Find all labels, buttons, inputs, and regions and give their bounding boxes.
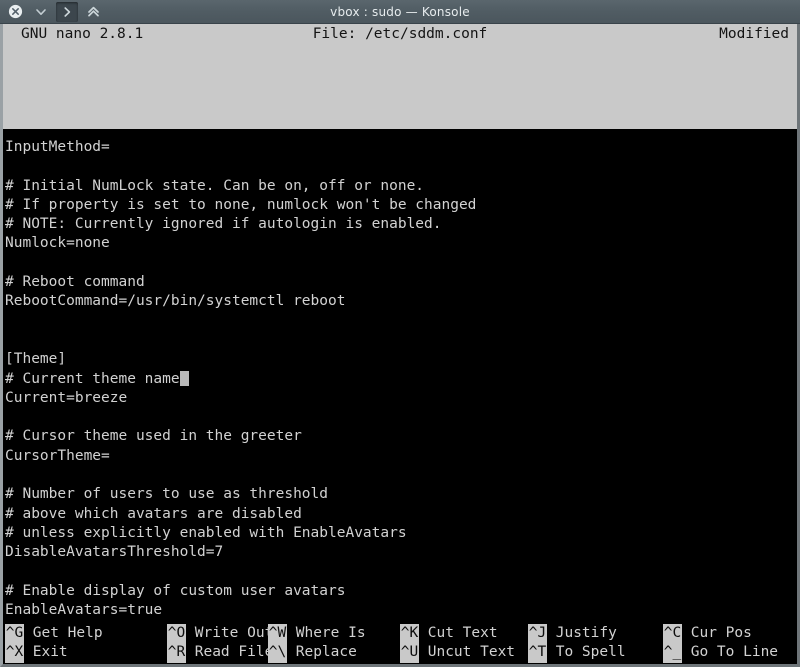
editor-line: # Current theme name bbox=[3, 370, 797, 389]
shortcut-item[interactable]: ^T To Spell bbox=[528, 643, 626, 663]
close-icon[interactable] bbox=[4, 2, 26, 22]
shortcut-item[interactable]: ^C Cur Pos bbox=[663, 624, 752, 644]
shortcut-label: Where Is bbox=[287, 625, 366, 641]
shortcut-key: ^\ bbox=[268, 643, 287, 663]
shortcut-label: To Spell bbox=[547, 644, 626, 661]
shortcut-label: Uncut Text bbox=[419, 644, 516, 661]
shortcut-row-2: ^X Exit ^R Read File ^\ Replace ^U Uncut Te… bbox=[3, 643, 797, 663]
shortcut-key: ^K bbox=[400, 624, 419, 644]
chevron-down-icon[interactable] bbox=[30, 2, 52, 22]
shortcut-label: Write Out bbox=[186, 625, 274, 641]
shortcut-label: Exit bbox=[24, 644, 68, 661]
editor-line: # If property is set to none, numlock wo… bbox=[5, 196, 477, 213]
text-cursor bbox=[179, 370, 189, 386]
shortcut-key: ^G bbox=[5, 624, 24, 644]
shortcut-item[interactable]: ^\ Replace bbox=[268, 643, 357, 663]
editor-buffer[interactable]: InputMethod= # Initial NumLock state. Can… bbox=[3, 129, 797, 623]
shortcut-key: ^X bbox=[5, 643, 24, 663]
editor-line: InputMethod= bbox=[5, 139, 110, 155]
editor-line: # Cursor theme used in the greeter bbox=[5, 428, 302, 445]
titlebar[interactable]: vbox : sudo — Konsole bbox=[0, 0, 800, 24]
double-chevron-up-icon[interactable] bbox=[82, 2, 104, 22]
shortcut-label: Cut Text bbox=[419, 625, 498, 641]
konsole-window: vbox : sudo — Konsole GNU nano 2.8.1 Fil… bbox=[0, 0, 800, 667]
editor-line: EnableAvatars=true bbox=[5, 602, 163, 619]
shortcut-key: ^R bbox=[167, 643, 186, 663]
shortcut-label: Read File bbox=[186, 644, 274, 661]
editor-line: DisableAvatarsThreshold=7 bbox=[5, 544, 224, 561]
shortcut-label: Cur Pos bbox=[682, 625, 752, 641]
shortcut-item[interactable]: ^J Justify bbox=[528, 624, 617, 644]
editor-line: # Enable display of custom user avatars bbox=[5, 582, 346, 599]
shortcut-item[interactable]: ^G Get Help bbox=[5, 624, 103, 644]
editor-line: # above which avatars are disabled bbox=[5, 505, 302, 522]
editor-line: Numlock=none bbox=[5, 235, 110, 252]
shortcut-label: Replace bbox=[287, 644, 357, 661]
shortcut-label: Go To Line bbox=[682, 644, 779, 661]
editor-line: # Reboot command bbox=[5, 274, 145, 291]
titlebar-buttons bbox=[0, 1, 104, 22]
shortcut-key: ^W bbox=[268, 624, 287, 644]
editor-line: # Initial NumLock state. Can be on, off … bbox=[5, 177, 425, 194]
shortcut-label: Justify bbox=[547, 625, 617, 641]
editor-line: # NOTE: Currently ignored if autologin i… bbox=[5, 216, 442, 233]
shortcut-row-1: ^G Get Help ^O Write Out ^W Where Is ^K Cut… bbox=[3, 624, 797, 644]
shortcut-item[interactable]: ^U Uncut Text bbox=[400, 643, 516, 663]
shortcut-item[interactable]: ^_ Go To Line bbox=[663, 643, 779, 663]
nano-filename: File: /etc/sddm.conf bbox=[312, 26, 488, 42]
nano-shortcut-bar: ^G Get Help ^O Write Out ^W Where Is ^K Cut… bbox=[3, 623, 797, 664]
nano-status-bar: GNU nano 2.8.1 File: /etc/sddm.conf Modi… bbox=[3, 24, 797, 129]
editor-line: RebootCommand=/usr/bin/systemctl reboot bbox=[5, 293, 346, 310]
shortcut-key: ^O bbox=[167, 624, 186, 644]
nano-modified-flag: Modified bbox=[719, 26, 789, 42]
shortcut-key: ^J bbox=[528, 624, 547, 644]
shortcut-item[interactable]: ^X Exit bbox=[5, 643, 68, 663]
editor-line: [Theme] bbox=[5, 351, 67, 368]
shortcut-item[interactable]: ^W Where Is bbox=[268, 624, 366, 644]
editor-line: # unless explicitly enabled with EnableA… bbox=[5, 524, 407, 541]
shortcut-item[interactable]: ^R Read File bbox=[167, 643, 274, 663]
shortcut-label: Get Help bbox=[24, 625, 103, 641]
shortcut-key: ^C bbox=[663, 624, 682, 644]
shortcut-item[interactable]: ^K Cut Text bbox=[400, 624, 498, 644]
terminal-area[interactable]: GNU nano 2.8.1 File: /etc/sddm.conf Modi… bbox=[0, 24, 800, 667]
editor-line: # Number of users to use as threshold bbox=[5, 486, 329, 503]
window-title: vbox : sudo — Konsole bbox=[330, 4, 470, 19]
shortcut-key: ^_ bbox=[663, 643, 682, 663]
shortcut-key: ^U bbox=[400, 643, 419, 663]
shortcut-item[interactable]: ^O Write Out bbox=[167, 624, 274, 644]
shortcut-key: ^T bbox=[528, 643, 547, 663]
editor-line: Current=breeze bbox=[5, 389, 128, 406]
chevron-right-icon[interactable] bbox=[56, 1, 78, 22]
editor-line: CursorTheme= bbox=[5, 447, 110, 464]
